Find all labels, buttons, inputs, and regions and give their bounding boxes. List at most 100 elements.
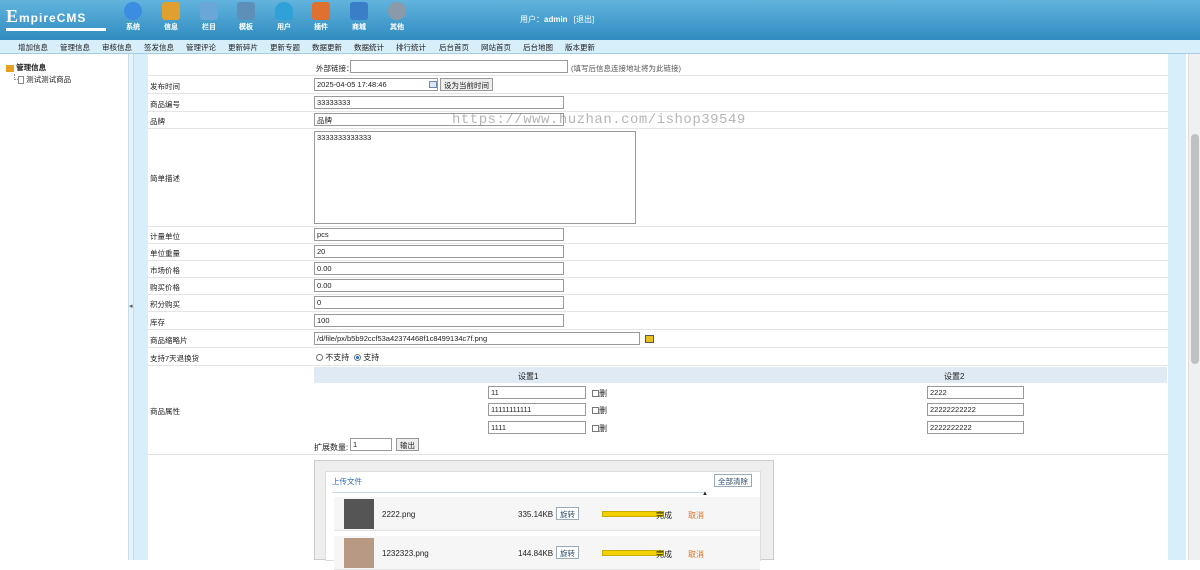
row-product-no: 商品编号 33333333 [148,94,1168,112]
sub-menu: 增加信息 管理信息 审核信息 签发信息 管理评论 更新碎片 更新专题 数据更新 … [0,40,1200,54]
nav-shop[interactable]: 商城 [344,2,374,32]
return-yes-radio[interactable] [354,354,361,362]
right-margin [1168,54,1186,560]
file-thumbnail [344,538,374,568]
thumbnail-input[interactable]: /d/file/px/b5b92ccf53a42374468f1c8499134… [314,332,640,345]
menu-update-fragments[interactable]: 更新碎片 [228,42,258,53]
nav-info[interactable]: 信息 [156,2,186,32]
top-header: EmpireCMS 系统 信息 栏目 模板 用户 插件 商城 其他 用户：adm… [0,0,1200,40]
menu-manage-info[interactable]: 管理信息 [60,42,90,53]
publish-time-input[interactable]: 2025-04-05 17:48:46 [314,78,438,91]
globe-icon [124,2,142,20]
delete-checkbox[interactable] [592,390,599,398]
row-buy-price: 购买价格 0.00 [148,278,1168,295]
row-stock: 库存 100 [148,312,1168,330]
stock-input[interactable]: 100 [314,314,564,327]
rotate-button[interactable]: 旋转 [556,507,579,520]
row-weight: 单位重量 20 [148,244,1168,261]
user-label: 用户： [520,15,544,24]
shop-icon [350,2,368,20]
expand-count-input[interactable]: 1 [350,438,392,451]
menu-data-stats[interactable]: 数据统计 [354,42,384,53]
progress-bar [602,511,664,517]
delete-checkbox[interactable] [592,425,599,433]
template-icon [237,2,255,20]
upload-file-item: 2222.png 335.14KB 旋转 完成 取消 [334,497,760,531]
expand-output-button[interactable]: 输出 [396,438,419,451]
nav-user[interactable]: 用户 [269,2,299,32]
attr-value-2[interactable]: 2222 [927,386,1024,399]
left-margin [134,54,148,560]
logo-text: mpireCMS [19,11,87,25]
return-yes-option[interactable]: 支持 [354,352,379,363]
file-name: 1232323.png [382,549,429,558]
nav-plugin[interactable]: 插件 [306,2,336,32]
attr-delete-checkbox[interactable]: 删 [592,405,607,416]
tree-item[interactable]: 测试测试商品 [18,74,71,85]
logout-link[interactable]: [退出] [574,15,594,24]
user-name: admin [544,15,568,24]
description-textarea[interactable]: 3333333333333 [314,131,636,224]
nav-system[interactable]: 系统 [118,2,148,32]
attr-value-2[interactable]: 22222222222 [927,403,1024,416]
row-external-link: 外部链接： (填写后信息连接地址将为此链接) [148,58,1168,76]
nav-label: 商城 [352,24,366,31]
attr-header-1: 设置1 [518,372,539,381]
menu-review-info[interactable]: 审核信息 [102,42,132,53]
page-scrollbar[interactable] [1188,54,1200,560]
nav-label: 系统 [126,24,140,31]
weight-input[interactable]: 20 [314,245,564,258]
nav-template[interactable]: 模板 [231,2,261,32]
menu-sign-info[interactable]: 签发信息 [144,42,174,53]
empirecms-logo[interactable]: EmpireCMS [6,6,112,34]
image-select-icon[interactable] [645,335,654,343]
tools-icon [312,2,330,20]
rotate-button[interactable]: 旋转 [556,546,579,559]
collapse-arrow-icon[interactable]: ◂ [129,302,133,310]
cancel-link[interactable]: 取消 [688,549,704,560]
buy-price-input[interactable]: 0.00 [314,279,564,292]
menu-data-update[interactable]: 数据更新 [312,42,342,53]
points-label: 积分购买 [150,300,180,309]
menu-version-update[interactable]: 版本更新 [565,42,595,53]
external-link-input[interactable] [350,60,568,73]
attr-value-1[interactable]: 11 [488,386,586,399]
attr-delete-checkbox[interactable]: 删 [592,388,607,399]
cancel-link[interactable]: 取消 [688,510,704,521]
market-price-input[interactable]: 0.00 [314,262,564,275]
attr-delete-checkbox[interactable]: 删 [592,423,607,434]
return-no-label: 不支持 [325,353,350,362]
folder-icon [200,2,218,20]
upload-panel: 上传文件 全部清除 ▲ 2222.png 335.14KB 旋转 完成 取消 1… [325,471,761,570]
gear-icon [388,2,406,20]
file-status: 完成 [656,550,672,559]
menu-rank-stats[interactable]: 排行统计 [396,42,426,53]
menu-manage-comments[interactable]: 管理评论 [186,42,216,53]
calendar-icon[interactable] [429,81,437,88]
scrollbar-thumb[interactable] [1191,134,1199,364]
menu-admin-home[interactable]: 后台首页 [439,42,469,53]
attr-value-2[interactable]: 2222222222 [927,421,1024,434]
row-market-price: 市场价格 0.00 [148,261,1168,278]
external-link-label: 外部链接： [316,64,354,73]
delete-checkbox[interactable] [592,407,599,415]
attr-value-1[interactable]: 11111111111 [488,403,586,416]
menu-update-topics[interactable]: 更新专题 [270,42,300,53]
external-link-note: (填写后信息连接地址将为此链接) [571,64,681,73]
set-now-button[interactable]: 设为当前时间 [440,78,493,91]
nav-column[interactable]: 栏目 [194,2,224,32]
return-no-option[interactable]: 不支持 [316,352,349,363]
menu-add-info[interactable]: 增加信息 [18,42,48,53]
nav-label: 栏目 [202,24,216,31]
nav-other[interactable]: 其他 [382,2,412,32]
tree-root[interactable]: 管理信息 [6,62,46,73]
watermark-text: https://www.huzhan.com/ishop39549 [452,112,746,128]
product-no-input[interactable]: 33333333 [314,96,564,109]
menu-admin-map[interactable]: 后台地图 [523,42,553,53]
return-no-radio[interactable] [316,354,323,362]
attr-value-1[interactable]: 1111 [488,421,586,434]
unit-input[interactable]: pcs [314,228,564,241]
clear-all-button[interactable]: 全部清除 [714,474,752,487]
points-input[interactable]: 0 [314,296,564,309]
menu-site-home[interactable]: 网站首页 [481,42,511,53]
